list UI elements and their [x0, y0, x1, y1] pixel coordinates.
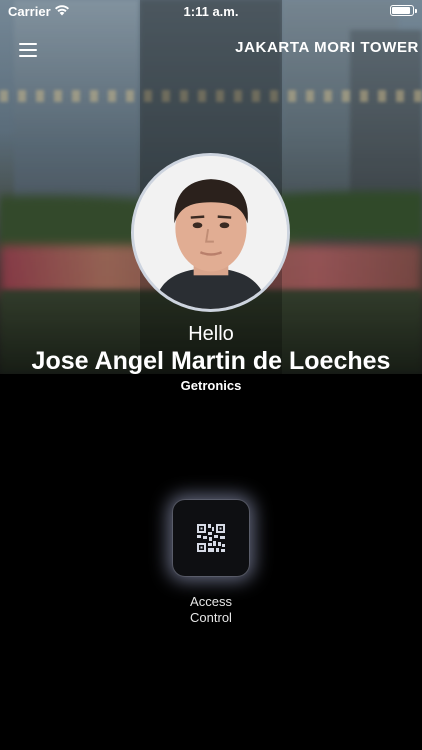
menu-button[interactable] [16, 40, 42, 60]
building-title: JAKARTA MORI TOWER [235, 39, 419, 56]
status-bar: Carrier 1:11 a.m. [0, 0, 422, 22]
qr-code-icon [197, 524, 225, 552]
menu-icon-bar [19, 55, 37, 57]
menu-icon-bar [19, 43, 37, 45]
menu-icon-bar [19, 49, 37, 51]
battery-icon [390, 5, 417, 16]
access-control-button[interactable] [173, 500, 249, 576]
user-name: Jose Angel Martin de Loeches [31, 347, 391, 375]
clock: 1:11 a.m. [183, 4, 239, 19]
avatar [131, 153, 290, 312]
profile-photo [134, 156, 287, 309]
greeting: Hello [188, 323, 234, 345]
company-name: Getronics [180, 378, 242, 393]
access-control-label: Access Control [150, 594, 272, 626]
access-control-label-line: Control [190, 610, 232, 625]
battery-level [392, 7, 410, 14]
access-control-label-line: Access [190, 594, 232, 609]
